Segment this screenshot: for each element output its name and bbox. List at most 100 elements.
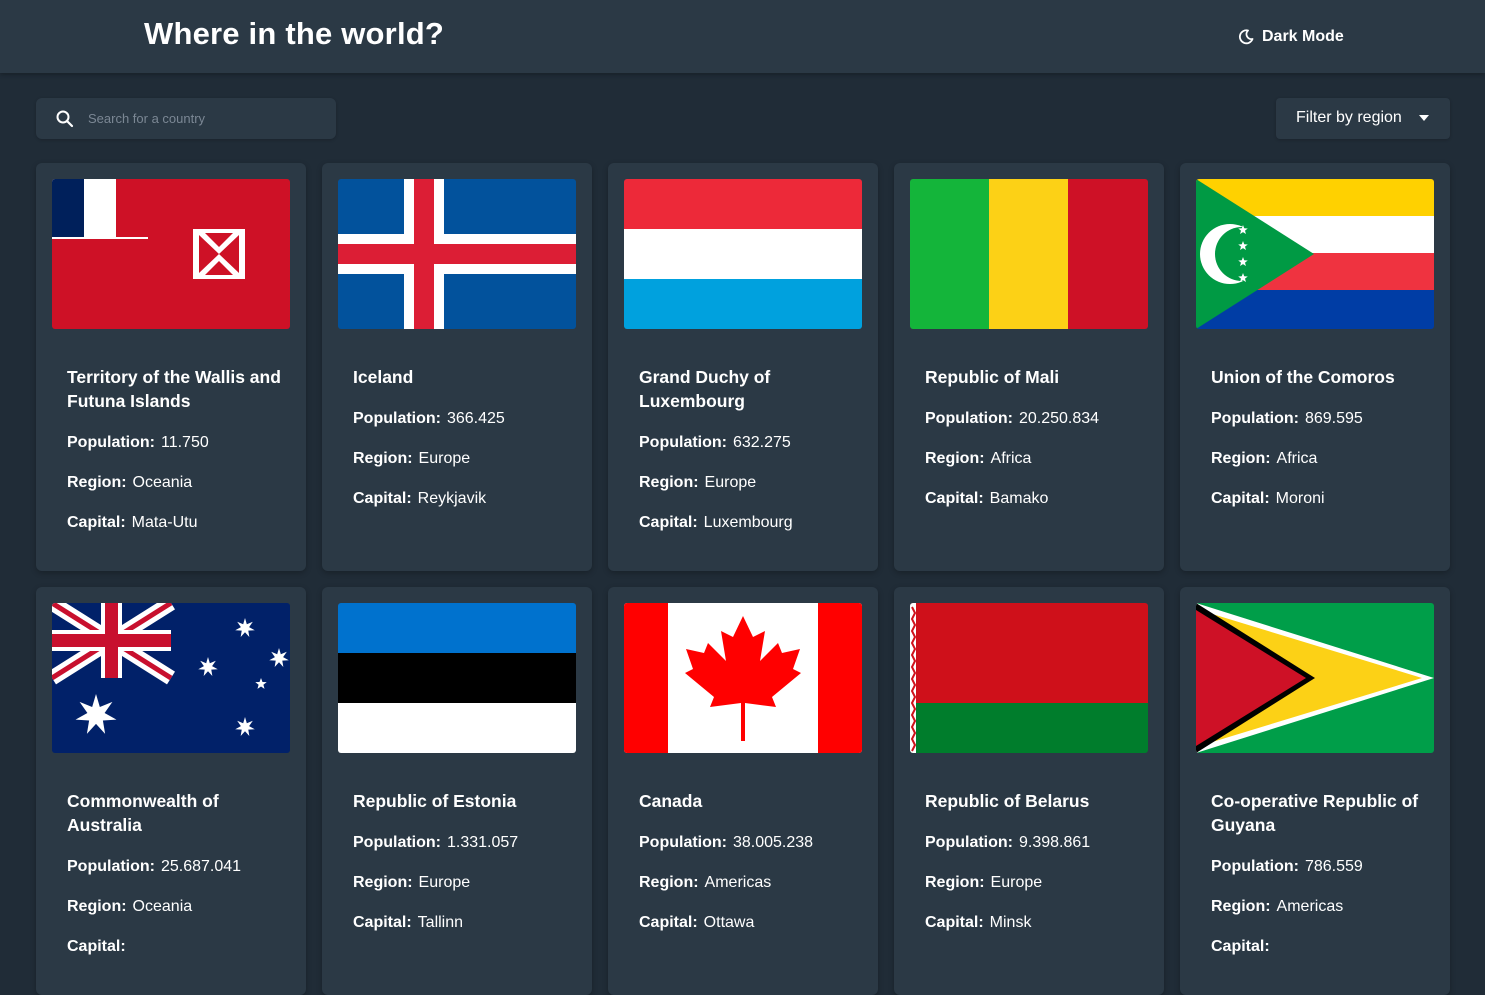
region-row: Region: Americas [1211,896,1431,917]
region-value: Europe [418,450,471,467]
luxembourg-flag [624,179,862,329]
population-label: Population: [639,434,727,451]
population-value: 366.425 [446,410,505,427]
iceland-flag [338,179,576,329]
capital-label: Capital: [353,914,412,931]
search-icon [56,110,74,128]
region-label: Region: [67,898,127,915]
estonia-flag [338,603,576,753]
country-name: Republic of Mali [925,367,1060,387]
population-label: Population: [1211,858,1299,875]
population-row: Population: 25.687.041 [67,856,287,877]
capital-label: Capital: [67,514,126,531]
region-label: Region: [1211,898,1271,915]
moon-icon [1238,29,1254,45]
country-card-luxembourg[interactable]: Grand Duchy of Luxembourg Population: 632… [608,163,878,571]
capital-value: Moroni [1275,490,1325,507]
population-row: Population: 786.559 [1211,856,1431,877]
capital-value: Luxembourg [703,514,793,531]
capital-value: Mata-Utu [131,514,198,531]
country-card-canada[interactable]: Canada Population: 38.005.238 Region: Amer… [608,587,878,995]
population-label: Population: [353,410,441,427]
guyana-flag [1196,603,1434,753]
country-card-belarus[interactable]: Republic of Belarus Population: 9.398.861… [894,587,1164,995]
region-value: Europe [704,474,757,491]
region-label: Region: [353,874,413,891]
population-value: 1.331.057 [446,834,519,851]
country-name: Republic of Belarus [925,791,1090,811]
country-info: Republic of Estonia Population: 1.331.057… [353,789,573,952]
country-card-mali[interactable]: Republic of Mali Population: 20.250.834 R… [894,163,1164,571]
wallis-futuna-flag [52,179,290,329]
region-label: Region: [925,450,985,467]
capital-value: Minsk [989,914,1032,931]
australia-flag [52,603,290,753]
capital-row: Capital: Ottawa [639,912,859,933]
population-label: Population: [67,434,155,451]
comoros-flag [1196,179,1434,329]
capital-label: Capital: [639,514,698,531]
country-info: Commonwealth of Australia Population: 25.… [67,789,287,976]
region-row: Region: Europe [353,872,573,893]
country-info: Co-operative Republic of Guyana Populati… [1211,789,1431,976]
region-value: Oceania [132,474,193,491]
population-value: 20.250.834 [1018,410,1100,427]
dark-mode-toggle[interactable]: Dark Mode [1238,26,1344,48]
country-info: Canada Population: 38.005.238 Region: Amer… [639,789,859,952]
population-row: Population: 1.331.057 [353,832,573,853]
population-label: Population: [925,834,1013,851]
capital-label: Capital: [639,914,698,931]
country-card-australia[interactable]: Commonwealth of Australia Population: 25.… [36,587,306,995]
capital-label: Capital: [67,938,126,955]
country-card-iceland[interactable]: Iceland Population: 366.425 Region: Europe… [322,163,592,571]
region-label: Region: [639,474,699,491]
country-info: Union of the Comoros Population: 869.595 … [1211,365,1431,528]
region-value: Europe [418,874,471,891]
population-row: Population: 869.595 [1211,408,1431,429]
region-label: Region: [353,450,413,467]
population-label: Population: [925,410,1013,427]
population-value: 9.398.861 [1018,834,1091,851]
country-name: Commonwealth of Australia [67,791,219,835]
population-label: Population: [67,858,155,875]
capital-row: Capital: [67,936,287,957]
country-name: Union of the Comoros [1211,367,1395,387]
region-row: Region: Oceania [67,472,287,493]
region-value: Americas [704,874,772,891]
capital-row: Capital: Tallinn [353,912,573,933]
canada-flag [624,603,862,753]
region-filter-dropdown[interactable]: Filter by region [1276,98,1450,139]
region-label: Region: [1211,450,1271,467]
country-card-comoros[interactable]: Union of the Comoros Population: 869.595 … [1180,163,1450,571]
country-info: Iceland Population: 366.425 Region: Europe… [353,365,573,528]
capital-row: Capital: Reykjavik [353,488,573,509]
country-name: Co-operative Republic of Guyana [1211,791,1419,835]
region-row: Region: Europe [639,472,859,493]
search-input[interactable] [88,98,328,139]
region-value: Europe [990,874,1043,891]
population-row: Population: 632.275 [639,432,859,453]
population-label: Population: [1211,410,1299,427]
region-row: Region: Europe [925,872,1145,893]
country-info: Territory of the Wallis and Futuna Islan… [67,365,287,552]
belarus-flag [910,603,1148,753]
population-label: Population: [639,834,727,851]
capital-row: Capital: Luxembourg [639,512,859,533]
capital-value: Reykjavik [417,490,487,507]
capital-label: Capital: [1211,938,1270,955]
capital-row: Capital: Moroni [1211,488,1431,509]
country-card-guyana[interactable]: Co-operative Republic of Guyana Populati… [1180,587,1450,995]
country-info: Republic of Mali Population: 20.250.834 R… [925,365,1145,528]
region-value: Africa [990,450,1032,467]
country-card-estonia[interactable]: Republic of Estonia Population: 1.331.057… [322,587,592,995]
country-card-wallis-futuna[interactable]: Territory of the Wallis and Futuna Islan… [36,163,306,571]
region-label: Region: [67,474,127,491]
country-name: Iceland [353,367,414,387]
capital-label: Capital: [925,914,984,931]
region-value: Africa [1276,450,1318,467]
country-name: Grand Duchy of Luxembourg [639,367,771,411]
page-title: Where in the world? [144,16,445,51]
region-label: Region: [639,874,699,891]
region-filter-label: Filter by region [1296,109,1402,126]
caret-down-icon [1419,115,1429,121]
